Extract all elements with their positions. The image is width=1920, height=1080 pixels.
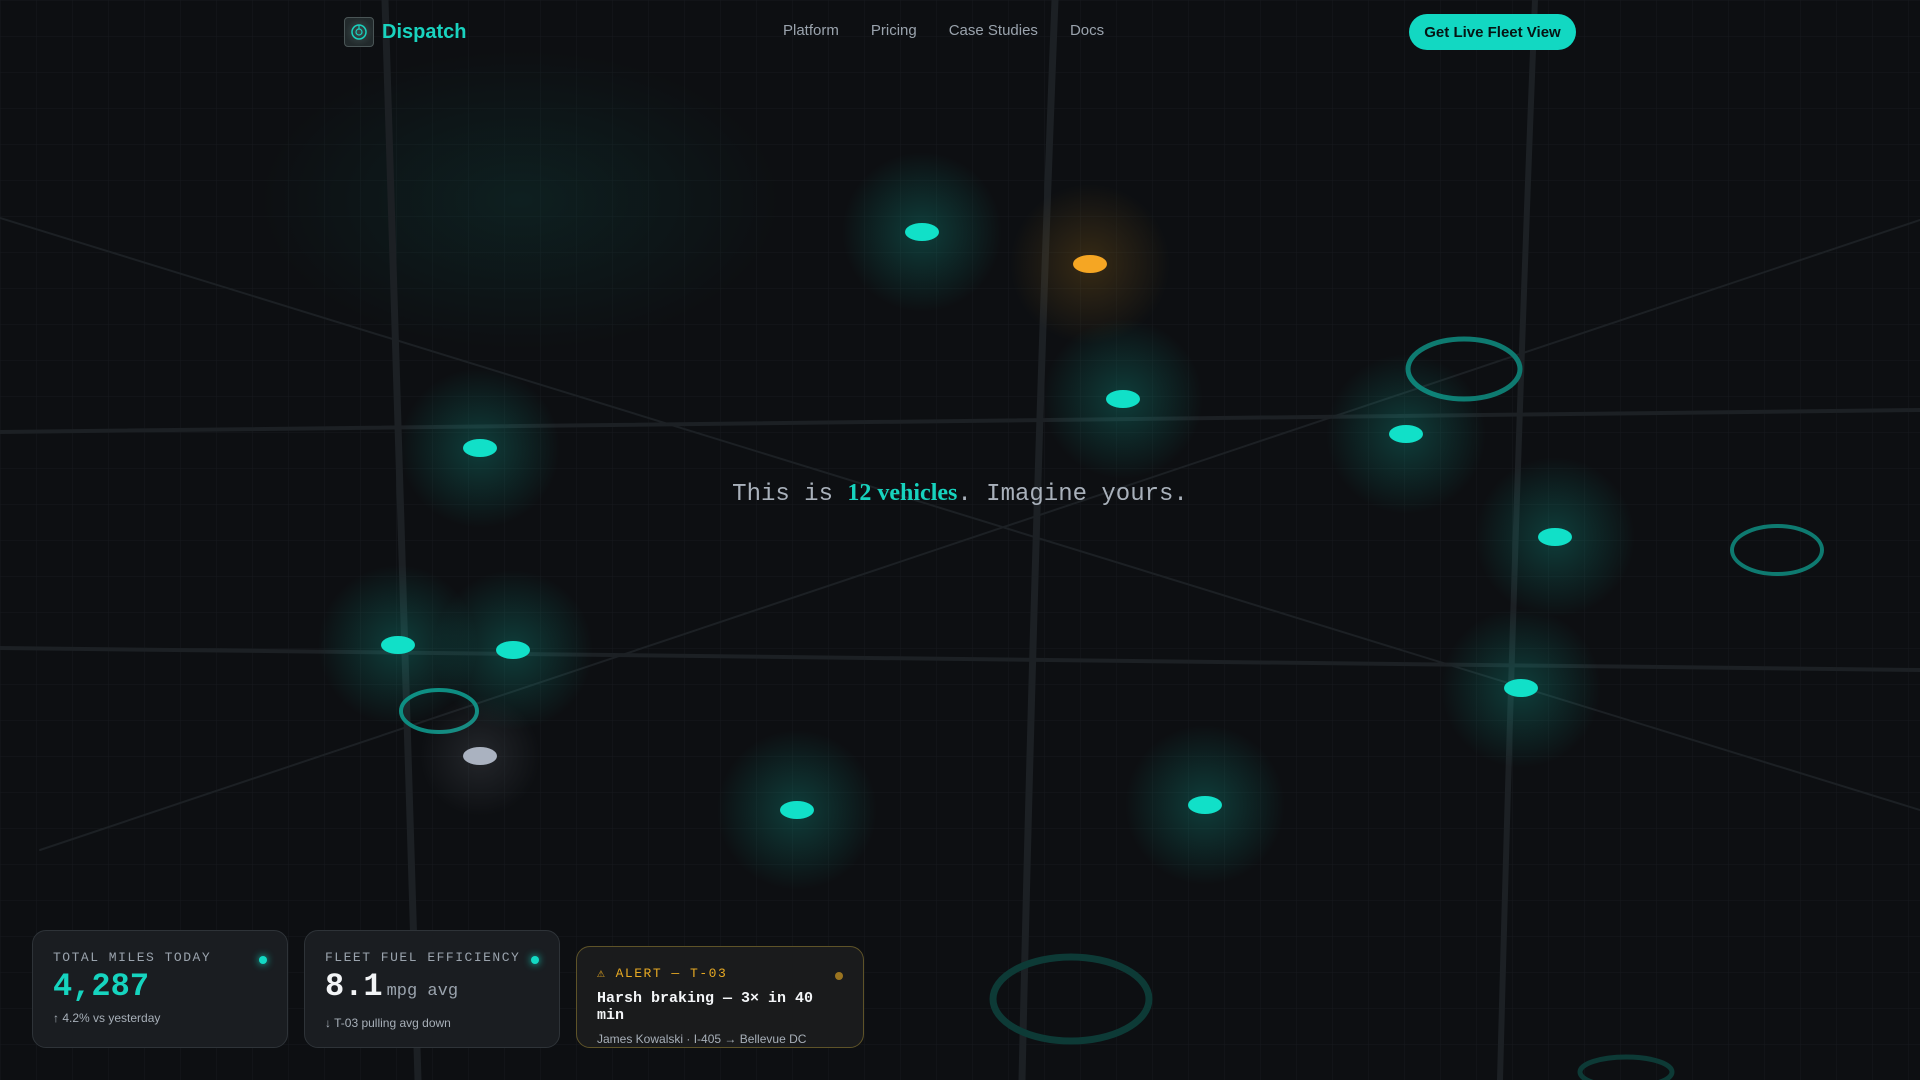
brand-logo-icon — [344, 17, 374, 47]
vehicle-marker[interactable] — [1389, 425, 1423, 443]
nav-link-case-studies[interactable]: Case Studies — [949, 22, 1038, 39]
stat-card-miles: TOTAL MILES TODAY 4,287 ↑ 4.2% vs yester… — [32, 930, 288, 1048]
stat-value: 4,287 — [53, 968, 150, 1005]
brand-name: Dispatch — [382, 20, 467, 43]
nav-link-platform[interactable]: Platform — [783, 22, 839, 39]
alert-status-dot — [835, 972, 843, 980]
headline-suffix: . Imagine yours. — [957, 481, 1188, 508]
stat-value: 8.1 mpg avg — [325, 969, 539, 1010]
stat-number: 8.1 — [325, 968, 383, 1005]
nav-links: Platform Pricing Case Studies Docs — [783, 22, 1104, 39]
vehicle-marker[interactable] — [780, 801, 814, 819]
vehicle-marker-alert[interactable] — [1073, 255, 1107, 273]
get-live-fleet-view-button[interactable]: Get Live Fleet View — [1409, 14, 1576, 50]
vehicle-marker[interactable] — [1504, 679, 1538, 697]
headline-prefix: This is — [732, 481, 848, 508]
vehicle-marker[interactable] — [381, 636, 415, 654]
vehicle-marker[interactable] — [496, 641, 530, 659]
fleet-map[interactable] — [0, 0, 1920, 1080]
vehicle-marker[interactable] — [1106, 390, 1140, 408]
vehicle-marker-idle[interactable] — [463, 747, 497, 765]
nav-link-docs[interactable]: Docs — [1070, 22, 1104, 39]
stat-label: TOTAL MILES TODAY — [53, 950, 212, 965]
nav-link-pricing[interactable]: Pricing — [871, 22, 917, 39]
stat-trend: ↓ T-03 pulling avg down — [325, 1016, 451, 1030]
stat-label: FLEET FUEL EFFICIENCY — [325, 950, 521, 965]
hero-headline: This is 12 vehicles. Imagine yours. — [0, 480, 1920, 508]
stat-unit: mpg avg — [386, 982, 459, 1001]
alert-card[interactable]: ⚠ ALERT — T-03 Harsh braking — 3× in 40 … — [576, 946, 864, 1048]
vehicle-marker[interactable] — [905, 223, 939, 241]
stat-card-fuel: FLEET FUEL EFFICIENCY 8.1 mpg avg ↓ T-03 … — [304, 930, 560, 1048]
top-nav: Dispatch Platform Pricing Case Studies D… — [0, 0, 1920, 64]
alert-detail: James Kowalski · I-405 → Bellevue DC — [597, 1032, 807, 1046]
vehicle-marker[interactable] — [1538, 528, 1572, 546]
alert-title: Harsh braking — 3× in 40 min — [597, 990, 814, 1024]
brand-link[interactable]: Dispatch — [344, 17, 466, 47]
vehicle-marker[interactable] — [1188, 796, 1222, 814]
alert-label: ⚠ ALERT — T-03 — [597, 966, 728, 981]
live-status-dot — [531, 956, 539, 964]
live-status-dot — [259, 956, 267, 964]
headline-highlight: 12 vehicles — [847, 480, 958, 506]
vehicle-marker[interactable] — [463, 439, 497, 457]
stat-trend: ↑ 4.2% vs yesterday — [53, 1011, 161, 1025]
